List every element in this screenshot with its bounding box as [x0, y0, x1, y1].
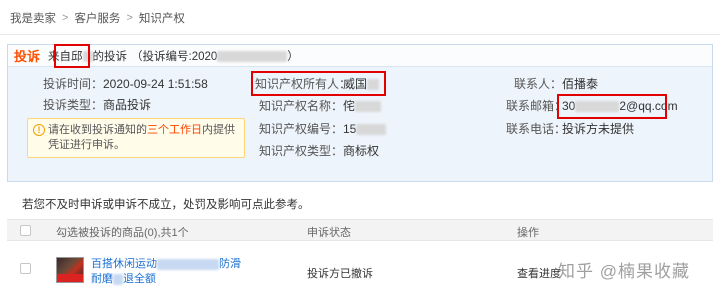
- complaint-type-row: 投诉类型：商品投诉: [19, 97, 151, 113]
- operation-header: 操作: [517, 227, 539, 239]
- breadcrumb-divider: [0, 34, 720, 35]
- contact-phone-row: 联系电话：投诉方未提供: [506, 121, 634, 137]
- contact-phone-value: 投诉方未提供: [562, 122, 635, 136]
- select-all-checkbox[interactable]: [20, 225, 31, 236]
- complaint-time-label: 投诉时间：: [42, 77, 103, 91]
- complaint-header: 投诉 来自邱 的投诉 （投诉编号:2020）: [8, 45, 712, 67]
- exclamation-icon: !: [33, 124, 45, 136]
- breadcrumb: 我是卖家 > 客户服务 > 知识产权: [10, 9, 185, 27]
- ip-number-row: 知识产权编号：15: [255, 121, 387, 137]
- highlight-box-complainant: [54, 44, 90, 68]
- row-checkbox[interactable]: [20, 263, 31, 274]
- contact-person-row: 联系人：佰播泰: [506, 76, 598, 92]
- product-title-link[interactable]: 百搭休闲运动 防滑: [91, 255, 241, 271]
- breadcrumb-item-seller[interactable]: 我是卖家: [10, 10, 56, 26]
- product-thumbnail[interactable]: [56, 257, 84, 283]
- breadcrumb-item-ip: 知识产权: [138, 13, 185, 25]
- status-header: 申诉状态: [307, 227, 351, 239]
- ip-name-value: 侘: [343, 99, 356, 113]
- contact-phone-label: 联系电话：: [506, 122, 567, 136]
- ip-name-label: 知识产权名称：: [258, 99, 343, 113]
- complaint-type-value: 商品投诉: [103, 98, 152, 112]
- view-progress-link[interactable]: 查看进度: [517, 265, 561, 281]
- ip-type-label: 知识产权类型：: [258, 144, 343, 158]
- breadcrumb-separator: >: [62, 12, 69, 24]
- complaint-title: 投诉: [14, 49, 41, 64]
- complaint-time-row: 投诉时间：2020-09-24 1:51:58: [19, 76, 208, 92]
- complaint-time-value: 2020-09-24 1:51:58: [103, 77, 208, 91]
- contact-person-value: 佰播泰: [562, 77, 599, 91]
- highlight-box-email: [557, 94, 667, 119]
- contact-person-label: 联系人：: [513, 77, 562, 91]
- highlight-box-ip-owner: [251, 71, 386, 96]
- complaint-number: （投诉编号:2020）: [131, 50, 299, 63]
- products-header: 勾选被投诉的商品(0),共1个: [56, 227, 189, 239]
- breadcrumb-item-customer-service[interactable]: 客户服务: [74, 10, 120, 26]
- ip-number-value: 15: [343, 122, 357, 136]
- product-table-header: 勾选被投诉的商品(0),共1个 申诉状态 操作: [7, 219, 713, 241]
- contact-email-label: 联系邮箱：: [506, 99, 567, 113]
- product-title-link-line2[interactable]: 耐磨 退全额: [91, 270, 156, 286]
- appeal-status: 投诉方已撤诉: [307, 268, 373, 280]
- notice-highlight: 三个工作日: [147, 124, 202, 136]
- ip-name-row: 知识产权名称：侘: [255, 98, 382, 114]
- breadcrumb-separator: >: [126, 12, 133, 24]
- penalty-warning-text[interactable]: 若您不及时申诉或申诉不成立，处罚及影响可点此参考。: [22, 196, 310, 212]
- ip-number-label: 知识产权编号：: [258, 122, 343, 136]
- complaint-type-label: 投诉类型：: [42, 98, 103, 112]
- appeal-notice: ! 请在收到投诉通知的三个工作日内提供凭证进行申诉。: [27, 118, 245, 158]
- watermark: 知乎 @楠果收藏: [558, 262, 690, 281]
- ip-type-value: 商标权: [343, 144, 380, 158]
- ip-type-row: 知识产权类型：商标权: [255, 143, 379, 159]
